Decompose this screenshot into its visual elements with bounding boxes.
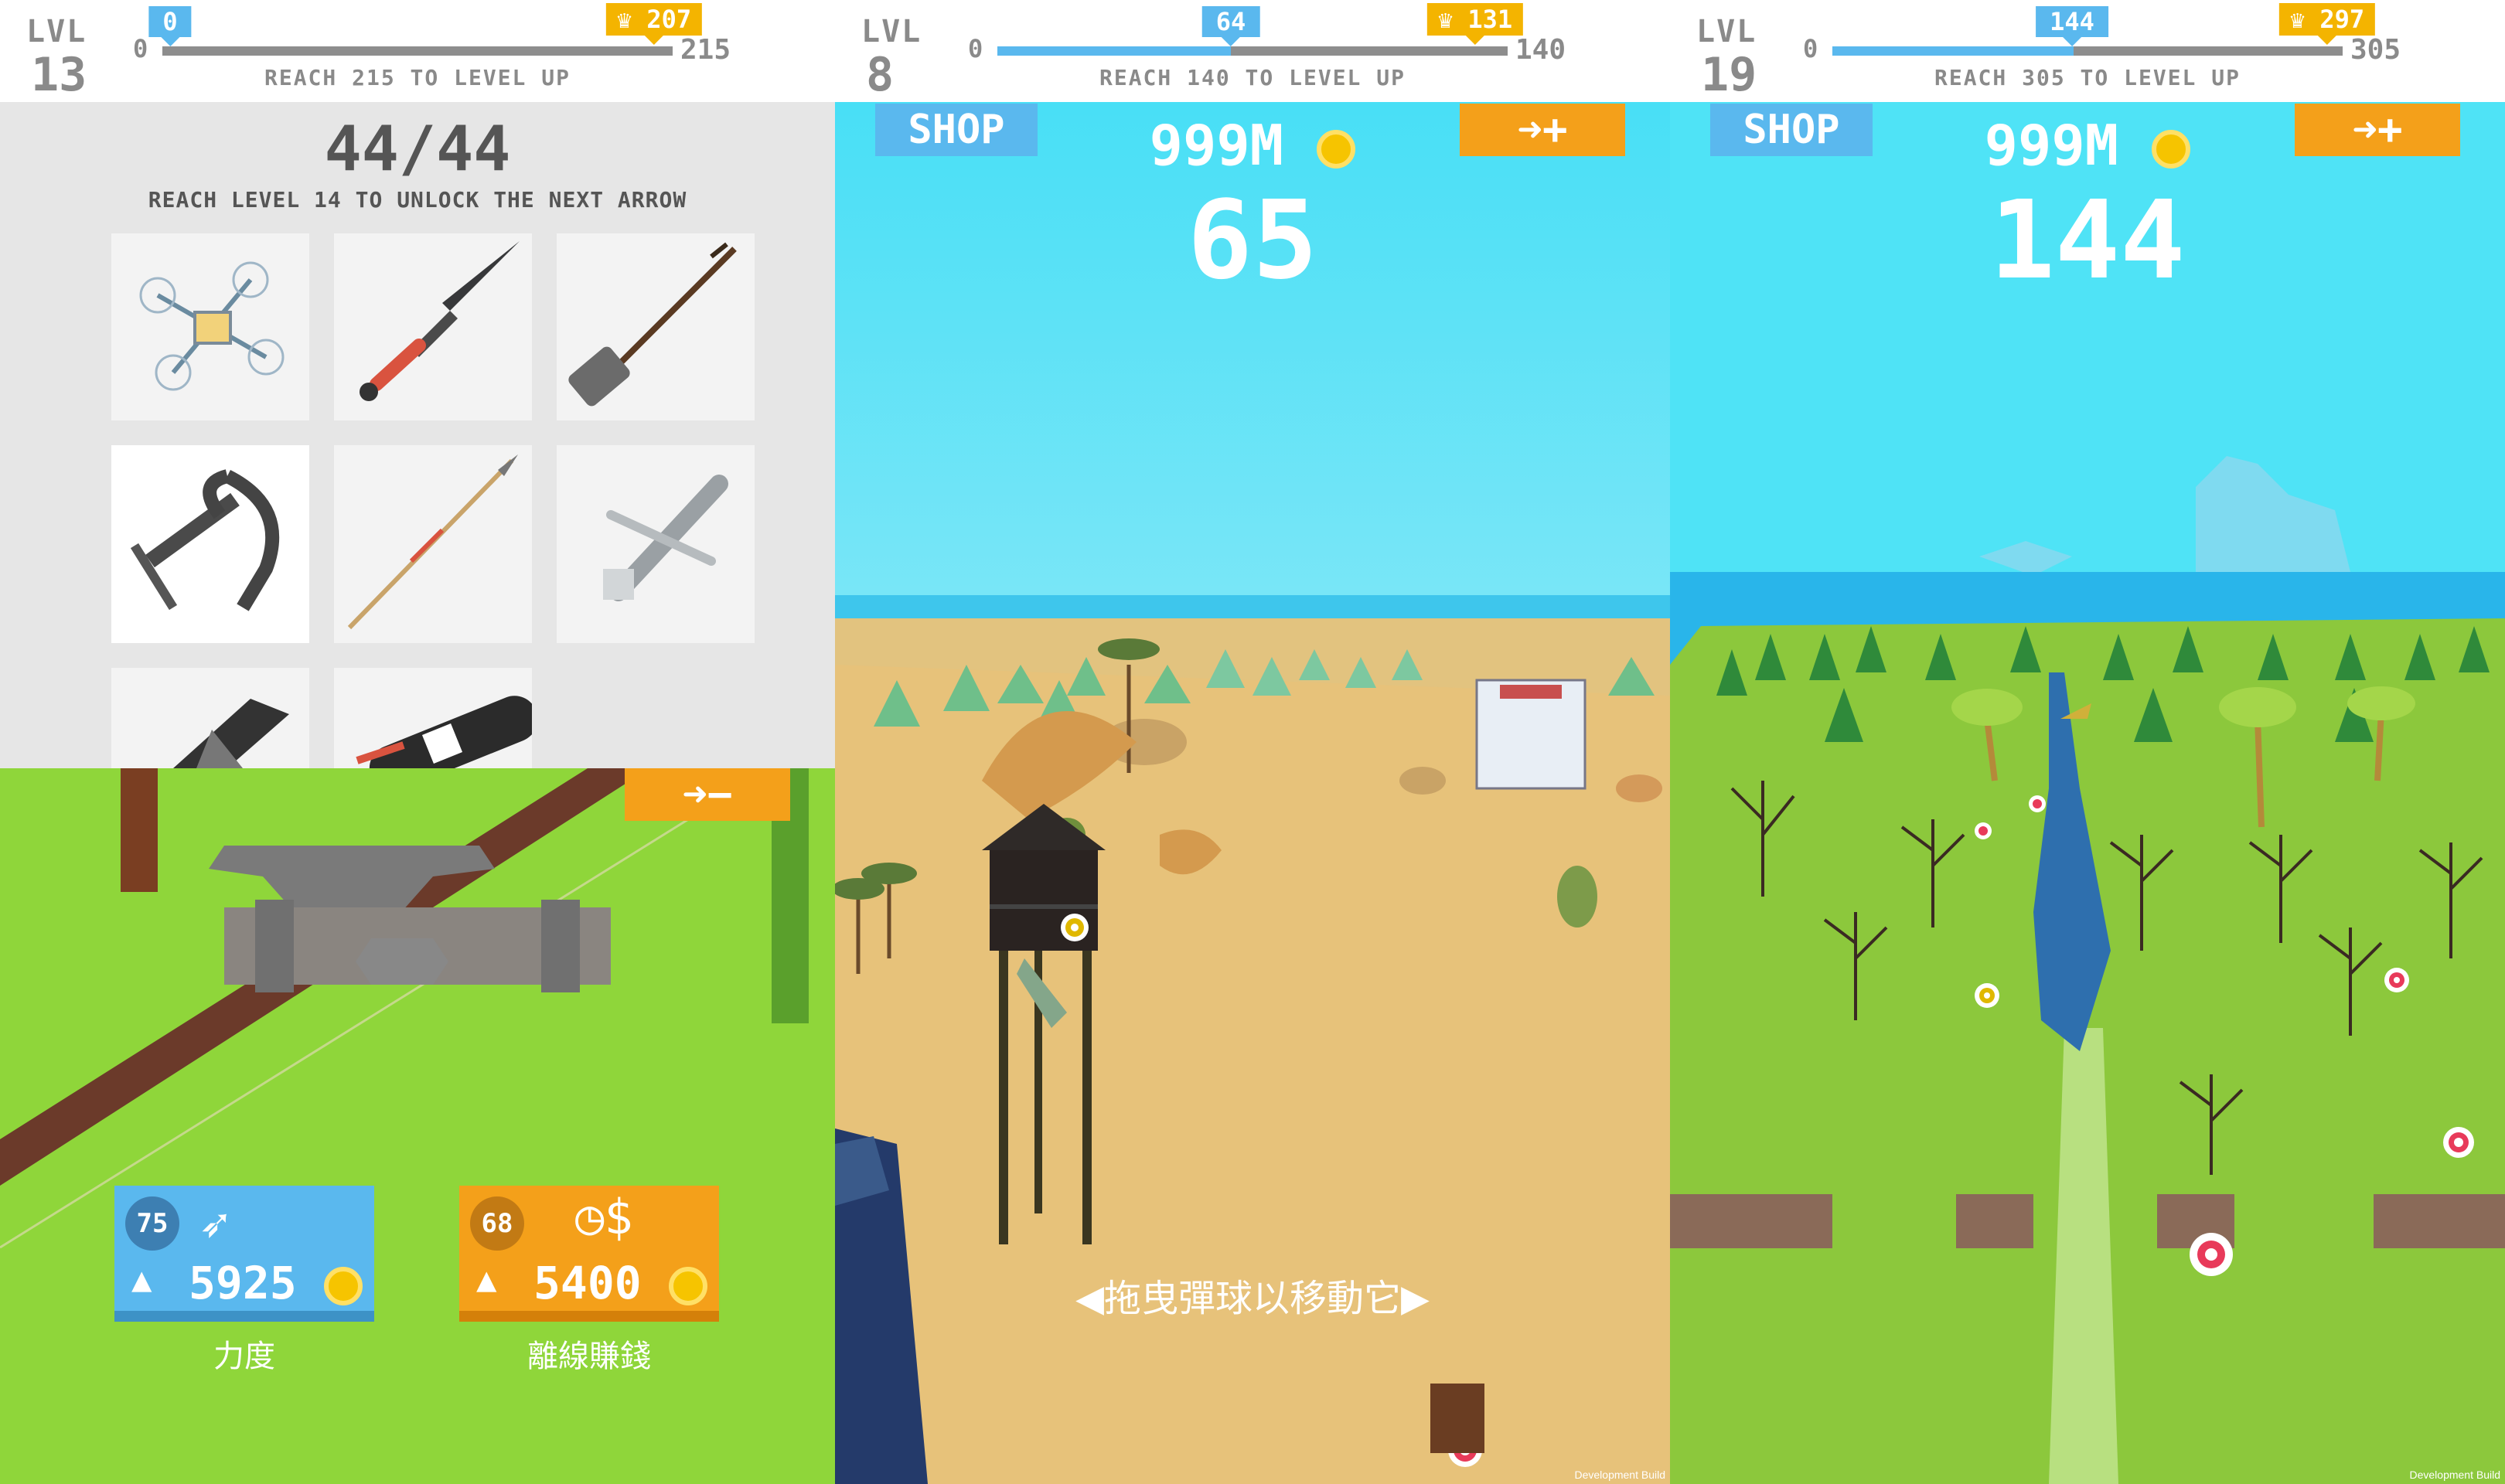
arrow-plus-button[interactable]: ➜+ — [1460, 104, 1625, 156]
progress-max: 305 — [2350, 34, 2401, 66]
crown-icon: ♛ — [2289, 5, 2320, 34]
offline-level-badge: 68 — [470, 1196, 524, 1251]
progress-min: 0 — [1803, 34, 1818, 63]
coin-icon — [1317, 130, 1356, 169]
arrow-plus-button[interactable]: ➜+ — [2295, 104, 2460, 156]
reach-text: REACH 305 TO LEVEL UP — [1934, 65, 2241, 90]
coin-icon — [668, 1266, 707, 1305]
money-value: 999M — [1984, 113, 2119, 178]
reach-text: REACH 140 TO LEVEL UP — [1099, 65, 1406, 90]
offline-earnings-button[interactable]: 68 ◷$ ▲ 5400 — [459, 1186, 719, 1322]
best-score-tag: ♛ 131 — [1426, 3, 1524, 45]
dev-build-label: Development Build — [1574, 1469, 1665, 1481]
progress-fill — [1832, 46, 2074, 56]
best-score-tag: ♛ 297 — [2278, 3, 2376, 45]
spear-icon — [347, 454, 518, 630]
crown-icon: ♛ — [616, 5, 647, 34]
collection-count: 44/44 — [324, 113, 511, 185]
level-progress-bar — [1832, 46, 2343, 56]
arrow-card[interactable] — [334, 233, 532, 420]
arrow-card[interactable] — [111, 233, 309, 420]
arrow-card[interactable] — [557, 445, 755, 643]
arrow-collection: 44/44 REACH LEVEL 14 TO UNLOCK THE NEXT … — [0, 102, 835, 768]
best-score-tag: ♛ 207 — [605, 3, 703, 45]
arrow-card[interactable] — [334, 668, 532, 768]
level-hud: LVL 19 0 144 ♛ 297 305 REACH 305 TO LEVE… — [1670, 0, 2505, 102]
arrow-boost-icon: ➶ — [199, 1196, 230, 1254]
current-score-tag: 144 — [2036, 6, 2108, 46]
offline-cost: 5400 — [533, 1257, 707, 1309]
upgrade-view: ➜− 75 ➶ ▲ 5925 力度 68 ◷$ ▲ 5400 離線賺錢 — [0, 768, 835, 1484]
missile-icon — [356, 696, 532, 768]
offline-label: 離線賺錢 — [527, 1339, 651, 1374]
crown-icon: ♛ — [1437, 5, 1468, 34]
coin-icon — [2152, 130, 2191, 169]
level-hud: LVL 8 0 64 ♛ 131 140 REACH 140 TO LEVEL … — [835, 0, 1670, 102]
target-icon — [1061, 914, 1089, 941]
bow-scene — [0, 768, 809, 1249]
power-label: 力度 — [213, 1339, 275, 1374]
progress-fill — [997, 46, 1231, 56]
arrow-card[interactable] — [557, 233, 755, 420]
unlock-hint: REACH LEVEL 14 TO UNLOCK THE NEXT ARROW — [148, 187, 687, 213]
power-upgrade-button[interactable]: 75 ➶ ▲ 5925 — [114, 1186, 374, 1322]
power-level-badge: 75 — [125, 1196, 179, 1251]
arrow-card[interactable] — [111, 668, 309, 768]
score-display: 144 — [1989, 178, 2186, 304]
progress-min: 0 — [968, 34, 983, 63]
shark-icon — [173, 699, 289, 768]
current-score-tag: 0 — [148, 6, 192, 46]
level-progress-bar — [997, 46, 1508, 56]
best-score-value: 207 — [646, 5, 692, 34]
arrow-card-selected[interactable] — [111, 445, 309, 643]
level-label: LVL — [1696, 14, 1757, 49]
forest-game-panel: LVL 19 0 144 ♛ 297 305 REACH 305 TO LEVE… — [1670, 0, 2505, 1484]
guitar-icon — [568, 242, 737, 407]
kunai-icon — [360, 241, 520, 401]
power-cost-value: 5925 — [189, 1257, 297, 1309]
desert-game-panel: LVL 8 0 64 ♛ 131 140 REACH 140 TO LEVEL … — [835, 0, 1670, 1484]
upgrade-arrow-icon: ▲ — [476, 1260, 497, 1299]
progress-max: 140 — [1515, 34, 1566, 66]
drone-icon — [139, 261, 285, 391]
money-value: 999M — [1149, 113, 1284, 178]
power-cost: 5925 — [189, 1257, 363, 1309]
shop-panel: LVL 13 0 0 ♛ 207 215 REACH 215 TO LEVEL … — [0, 0, 835, 1484]
best-score-value: 131 — [1467, 5, 1513, 34]
score-display: 65 — [1187, 178, 1318, 304]
plane-icon — [603, 475, 728, 601]
arrow-minus-button[interactable]: ➜− — [625, 768, 790, 821]
level-progress-bar — [162, 46, 673, 56]
best-score-value: 297 — [2319, 5, 2365, 34]
coin-icon — [323, 1266, 363, 1305]
drag-hint: ◀拖曳彈球以移動它▶ — [1075, 1277, 1430, 1320]
reach-text: REACH 215 TO LEVEL UP — [264, 65, 571, 90]
clock-money-icon: ◷$ — [575, 1189, 633, 1245]
arrow-card[interactable] — [334, 445, 532, 643]
progress-max: 215 — [680, 34, 731, 66]
level-label: LVL — [26, 14, 87, 49]
level-label: LVL — [861, 14, 922, 49]
anchor-icon — [130, 469, 280, 611]
dev-build-label: Development Build — [2409, 1469, 2500, 1481]
progress-min: 0 — [133, 34, 148, 63]
current-score-tag: 64 — [1201, 6, 1260, 46]
offline-cost-value: 5400 — [533, 1257, 642, 1309]
upgrade-arrow-icon: ▲ — [131, 1260, 152, 1299]
level-hud: LVL 13 0 0 ♛ 207 215 REACH 215 TO LEVEL … — [0, 0, 835, 102]
